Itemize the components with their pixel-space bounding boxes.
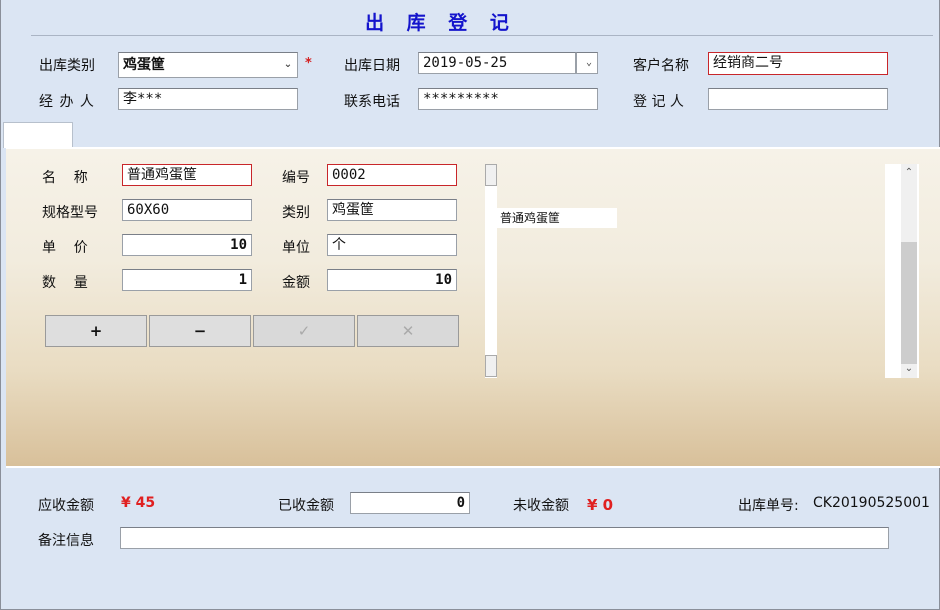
handler-label: 经 办 人: [39, 94, 95, 110]
vertical-scrollbar[interactable]: [485, 164, 497, 378]
amount-label: 金额: [282, 275, 310, 291]
confirm-button[interactable]: ✓: [253, 315, 355, 347]
title-divider: [31, 35, 933, 36]
recorder-label: 登 记 人: [633, 94, 684, 110]
customer-field[interactable]: 经销商二号: [708, 52, 888, 75]
listbox-scroll-thumb[interactable]: [901, 242, 917, 364]
category-value: 鸡蛋筐: [123, 57, 165, 73]
cancel-button[interactable]: ✕: [357, 315, 459, 347]
remove-button[interactable]: −: [149, 315, 251, 347]
item-unit-field[interactable]: 个: [327, 234, 457, 256]
item-qty-field[interactable]: 1: [122, 269, 252, 291]
chevron-down-icon[interactable]: ⌄: [901, 362, 917, 376]
handler-field[interactable]: 李***: [118, 88, 298, 110]
category-label: 出库类别: [39, 58, 95, 74]
chevron-up-icon[interactable]: ⌃: [901, 166, 917, 180]
detail-panel: [6, 147, 940, 468]
unit-label: 单位: [282, 240, 310, 256]
add-button[interactable]: +: [45, 315, 147, 347]
order-no-value: CK20190525001: [813, 495, 930, 511]
received-label: 已收金额: [278, 498, 334, 514]
phone-field[interactable]: *********: [418, 88, 598, 110]
code-label: 编号: [282, 170, 310, 186]
page-title: 出 库 登 记: [365, 12, 517, 34]
spec-label: 规格型号: [42, 205, 98, 221]
date-label: 出库日期: [344, 58, 400, 74]
qty-label: 数 量: [42, 275, 88, 291]
date-field[interactable]: 2019-05-25: [418, 52, 576, 74]
unreceived-value: ¥ 0: [587, 496, 614, 514]
recorder-field[interactable]: [708, 88, 888, 110]
phone-label: 联系电话: [344, 94, 400, 110]
remark-field[interactable]: [120, 527, 889, 549]
type-label: 类别: [282, 205, 310, 221]
received-field[interactable]: 0: [350, 492, 470, 514]
date-picker-button[interactable]: ⌄: [576, 52, 598, 74]
list-item[interactable]: 普通鸡蛋筐: [497, 208, 617, 228]
item-code-field[interactable]: 0002: [327, 164, 457, 186]
item-listbox[interactable]: ⌃ ⌄: [885, 164, 919, 378]
receivable-label: 应收金额: [38, 498, 94, 514]
item-amount-field[interactable]: 10: [327, 269, 457, 291]
scroll-thumb-bottom[interactable]: [485, 355, 497, 377]
price-label: 单 价: [42, 240, 88, 256]
item-price-field[interactable]: 10: [122, 234, 252, 256]
tab-detail[interactable]: [3, 122, 73, 148]
order-no-label: 出库单号:: [738, 498, 799, 514]
item-spec-field[interactable]: 60X60: [122, 199, 252, 221]
chevron-down-icon[interactable]: ⌄: [281, 57, 295, 73]
category-select[interactable]: 鸡蛋筐 ⌄: [118, 52, 298, 78]
name-label: 名 称: [42, 170, 88, 186]
customer-label: 客户名称: [633, 58, 689, 74]
item-type-field[interactable]: 鸡蛋筐: [327, 199, 457, 221]
scroll-thumb-top[interactable]: [485, 164, 497, 186]
unreceived-label: 未收金额: [513, 498, 569, 514]
receivable-value: ¥ 45: [121, 495, 156, 511]
remark-label: 备注信息: [38, 533, 94, 549]
chevron-down-icon: ⌄: [585, 57, 593, 68]
required-marker: *: [305, 56, 312, 71]
item-name-field[interactable]: 普通鸡蛋筐: [122, 164, 252, 186]
